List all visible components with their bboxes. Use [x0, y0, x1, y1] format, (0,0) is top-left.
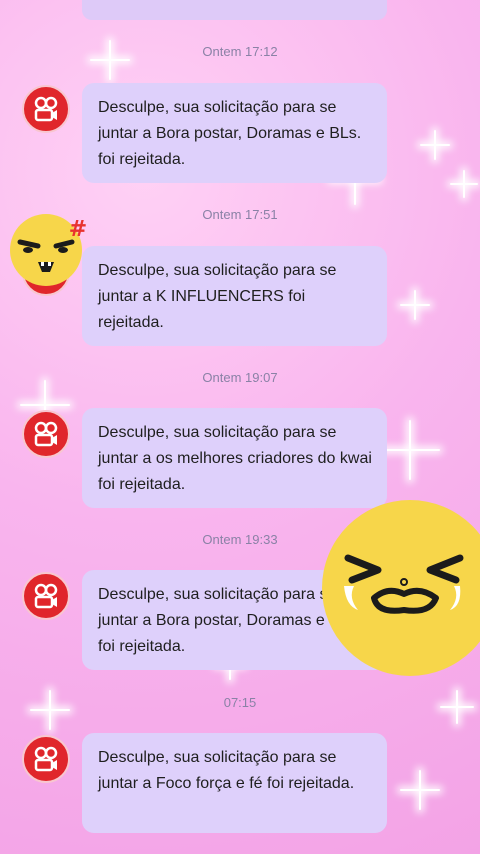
message-bubble[interactable]: Desculpe, sua solicitação para se juntar…	[82, 733, 387, 833]
kwai-avatar[interactable]	[22, 735, 70, 783]
message-bubble[interactable]: Desculpe, sua solicitação para se juntar…	[82, 408, 387, 508]
message-bubble[interactable]: Desculpe, sua solicitação para se juntar…	[82, 83, 387, 183]
message-timestamp: Ontem 17:12	[202, 44, 278, 59]
crying-face-icon	[318, 498, 480, 680]
kwai-logo-icon	[34, 746, 58, 772]
sparkle-icon	[380, 420, 440, 480]
sparkle-icon	[420, 130, 450, 160]
kwai-avatar[interactable]	[22, 410, 70, 458]
message-timestamp: Ontem 19:07	[202, 370, 278, 385]
message-timestamp: 07:15	[223, 695, 257, 710]
anger-mark-icon: #	[69, 217, 87, 242]
kwai-logo-icon	[34, 96, 58, 122]
angry-face-icon: #	[6, 206, 92, 292]
kwai-avatar[interactable]	[22, 572, 70, 620]
sparkle-icon	[450, 170, 478, 198]
previous-message-bubble	[82, 0, 387, 20]
kwai-logo-icon	[34, 583, 58, 609]
kwai-logo-icon	[34, 421, 58, 447]
sparkle-icon	[400, 770, 440, 810]
message-bubble[interactable]: Desculpe, sua solicitação para se juntar…	[82, 246, 387, 346]
kwai-avatar[interactable]	[22, 85, 70, 133]
sparkle-icon	[400, 290, 430, 320]
